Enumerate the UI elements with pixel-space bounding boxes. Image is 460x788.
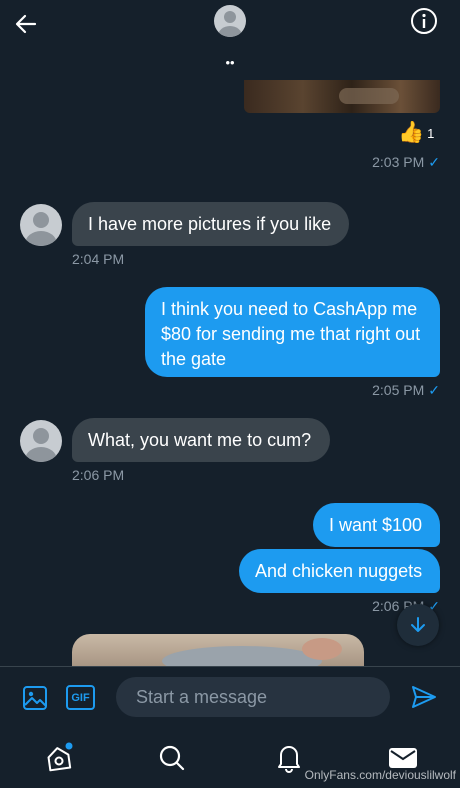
message-timestamp: 2:06 PM [72,467,125,483]
message-timestamp: 2:05 PM ✓ [372,382,440,398]
contact-avatar[interactable] [214,5,246,37]
image-icon [23,686,47,710]
message-bubble-incoming[interactable]: I have more pictures if you like [72,202,349,246]
read-check-icon: ✓ [428,154,440,170]
shared-image-partial[interactable] [72,634,364,666]
gif-icon: GIF [71,691,90,704]
conversation-header: •• [0,0,460,80]
back-button[interactable] [8,6,44,42]
media-button[interactable] [20,683,50,713]
info-button[interactable] [408,5,440,37]
sender-avatar[interactable] [20,204,62,246]
send-icon [412,686,436,708]
read-check-icon: ✓ [428,382,440,398]
message-timestamp: 2:04 PM [72,251,125,267]
reaction[interactable]: 👍 1 [398,120,438,146]
sender-avatar[interactable] [20,420,62,462]
reaction-count: 1 [427,125,435,141]
scroll-to-bottom-button[interactable] [397,604,439,646]
nav-home[interactable] [42,740,76,776]
message-input[interactable]: Start a message [116,677,390,717]
message-timestamp: 2:03 PM ✓ [372,154,440,170]
arrow-left-icon [15,14,37,34]
watermark-text: OnlyFans.com/deviouslilwolf [304,768,456,782]
arrow-down-icon [411,617,425,632]
thumbs-up-icon: 👍 [398,121,425,144]
info-icon [411,8,437,34]
message-bubble-outgoing[interactable]: I think you need to CashApp me $80 for s… [145,287,440,377]
gif-button[interactable]: GIF [66,685,95,710]
send-button[interactable] [408,682,440,712]
home-icon [47,742,73,772]
nav-search[interactable] [156,742,188,774]
shared-image-partial[interactable] [244,80,440,113]
envelope-icon [389,748,417,768]
message-bubble-outgoing[interactable]: I want $100 [313,503,440,547]
message-bubble-outgoing[interactable]: And chicken nuggets [239,549,440,593]
search-icon [159,745,185,771]
message-bubble-incoming[interactable]: What, you want me to cum? [72,418,330,462]
more-dots: •• [225,55,235,70]
